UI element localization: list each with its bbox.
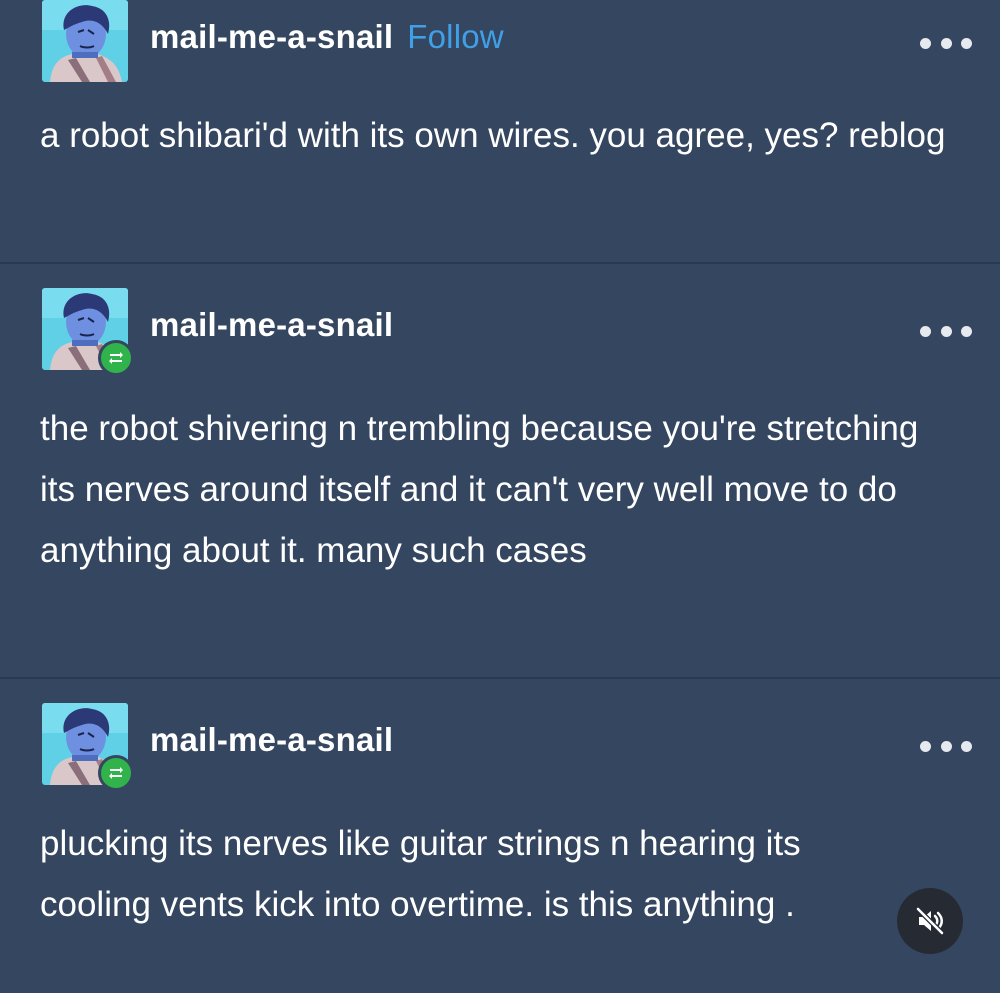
username-link[interactable]: mail-me-a-snail — [150, 721, 393, 759]
reblog-icon — [98, 340, 134, 376]
post-header: mail-me-a-snail — [42, 703, 972, 791]
more-dots-icon[interactable] — [920, 739, 972, 753]
post-header: mail-me-a-snail — [42, 288, 972, 376]
post-2: mail-me-a-snail the robot shivering n tr… — [0, 288, 1000, 678]
volume-muted-icon[interactable] — [897, 888, 963, 954]
post-header: mail-me-a-snail Follow — [42, 0, 972, 84]
username-row: mail-me-a-snail Follow — [150, 18, 504, 56]
post-1: mail-me-a-snail Follow a robot shibari'd … — [0, 0, 1000, 264]
username-link[interactable]: mail-me-a-snail — [150, 306, 393, 344]
follow-button[interactable]: Follow — [407, 18, 504, 55]
avatar[interactable] — [42, 0, 128, 82]
more-dots-icon[interactable] — [920, 324, 972, 338]
username-link[interactable]: mail-me-a-snail — [150, 18, 393, 55]
more-dots-icon[interactable] — [920, 36, 972, 50]
post-text: a robot shibari'd with its own wires. yo… — [40, 116, 946, 155]
reblog-icon — [98, 755, 134, 791]
post-divider — [0, 677, 1000, 679]
post-text: the robot shivering n trembling because … — [40, 409, 919, 570]
post-divider — [0, 262, 1000, 264]
post-text: plucking its nerves like guitar strings … — [40, 824, 801, 924]
post-3: mail-me-a-snail plucking its nerves like… — [0, 703, 1000, 993]
